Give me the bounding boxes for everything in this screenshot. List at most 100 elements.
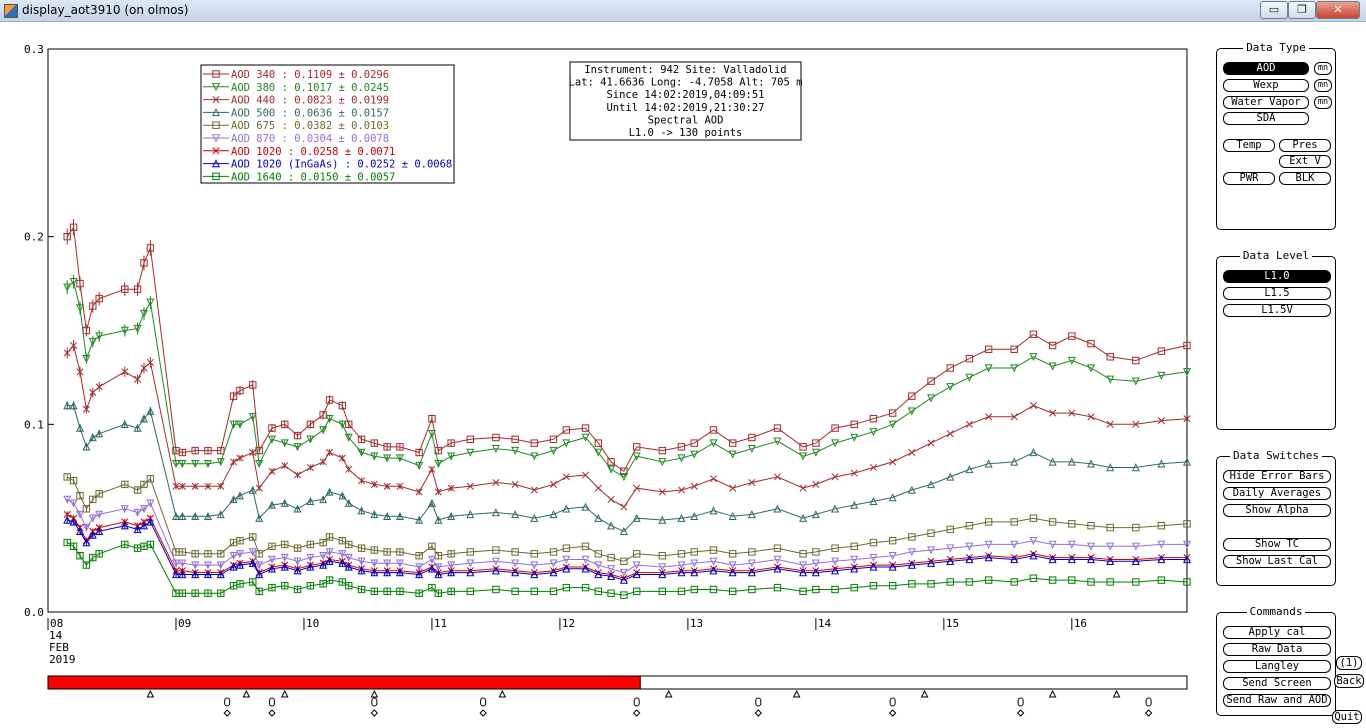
data-point <box>729 484 737 492</box>
data-point <box>869 463 878 472</box>
data-point <box>549 480 558 488</box>
sda-button[interactable]: SDA <box>1223 112 1309 125</box>
event-triangle <box>370 689 379 698</box>
event-diamond <box>479 709 487 717</box>
commands-title: Commands <box>1246 605 1306 618</box>
data-level-panel: Data Level L1.0 L1.5 L1.5V <box>1216 249 1336 430</box>
event-capsule <box>480 697 487 707</box>
data-level-title: Data Level <box>1239 249 1313 262</box>
data-switches-title: Data Switches <box>1229 449 1323 462</box>
data-type-title: Data Type <box>1243 41 1309 54</box>
pres-button[interactable]: Pres <box>1279 139 1331 152</box>
y-tick-label: 0.2 <box>24 231 44 244</box>
maximize-button[interactable]: ❐ <box>1288 1 1316 19</box>
aod-mn-button[interactable]: mn <box>1314 62 1332 75</box>
aod-button[interactable]: AOD <box>1223 62 1309 75</box>
event-triangle <box>792 689 801 698</box>
x-tick-label: 11 <box>434 617 447 630</box>
event-triangle <box>498 689 507 698</box>
raw-data-button[interactable]: Raw Data <box>1223 643 1331 656</box>
close-button[interactable]: ✕ <box>1316 1 1360 19</box>
data-point <box>773 473 782 481</box>
wexp-mn-button[interactable]: mn <box>1314 79 1332 92</box>
info-line: Spectral AOD <box>648 114 724 126</box>
data-type-panel: Data Type AOD mn Wexp mn Water Vapor mn … <box>1216 41 1336 230</box>
minimize-button[interactable]: ▭ <box>1260 1 1288 19</box>
event-triangle <box>1048 689 1057 698</box>
send-raw-and-aod-button[interactable]: Send Raw and AOD <box>1223 694 1331 707</box>
event-diamond <box>223 709 231 717</box>
level-l15-button[interactable]: L1.5 <box>1223 287 1331 300</box>
series-line <box>66 280 1188 478</box>
daily-averages-button[interactable]: Daily Averages <box>1223 487 1331 500</box>
hide-error-bars-button[interactable]: Hide Error Bars <box>1223 470 1331 483</box>
event-capsule <box>889 697 896 707</box>
event-capsule <box>1017 697 1024 707</box>
progress-fill <box>47 675 641 690</box>
event-diamond <box>268 709 276 717</box>
event-capsule <box>755 697 762 707</box>
show-tc-button[interactable]: Show TC <box>1223 538 1331 551</box>
x-tick-label: 14 <box>818 617 832 630</box>
data-point <box>965 420 973 428</box>
x-tick-label: 12 <box>562 617 575 630</box>
event-capsule <box>1145 697 1152 707</box>
legend-entry: AOD 380 : 0.1017 ± 0.0245 <box>231 82 389 94</box>
langley-count-button[interactable]: (1) <box>1336 656 1362 670</box>
data-point <box>709 475 718 483</box>
langley-button[interactable]: Langley <box>1223 660 1331 673</box>
commands-panel: Commands Apply cal Raw Data Langley Send… <box>1216 605 1336 716</box>
aod-plot: 0.00.10.20.308 09 10 11 12 13 14 15 1614FEB2019A… <box>24 43 1192 717</box>
x-tick-label: 15 <box>946 617 959 630</box>
series-line <box>66 344 1188 508</box>
water-vapor-button[interactable]: Water Vapor <box>1223 96 1309 109</box>
wexp-button[interactable]: Wexp <box>1223 79 1309 92</box>
series-line <box>66 542 1188 596</box>
x-tick-label: 16 <box>1074 617 1087 630</box>
back-button[interactable]: Back <box>1334 674 1364 688</box>
series-aod-675 <box>66 473 1188 562</box>
level-l10-button[interactable]: L1.0 <box>1223 270 1331 283</box>
data-point <box>908 448 916 457</box>
info-line: Lat: 41.6636 Long: -4.7058 Alt: 705 m <box>569 77 803 89</box>
water-vapor-mn-button[interactable]: mn <box>1314 96 1332 109</box>
x-tick-label: 10 <box>306 617 319 630</box>
apply-cal-button[interactable]: Apply cal <box>1223 626 1331 639</box>
show-last-cal-button[interactable]: Show Last Cal <box>1223 555 1331 568</box>
data-switches-panel: Data Switches Hide Error Bars Daily Aver… <box>1216 449 1336 586</box>
send-screen-button[interactable]: Send Screen <box>1223 677 1331 690</box>
app-icon <box>4 4 18 18</box>
data-point <box>1029 402 1037 410</box>
y-tick-label: 0.1 <box>24 418 44 431</box>
info-line: Instrument: 942 Site: Valladolid <box>584 64 786 76</box>
series-line <box>66 225 1188 473</box>
legend-entry: AOD 1640 : 0.0150 ± 0.0057 <box>231 171 395 183</box>
event-capsule <box>371 697 378 707</box>
x-tick-label: 13 <box>690 617 703 630</box>
event-capsule <box>224 697 231 707</box>
window-title: display_aot3910 (on olmos) <box>22 3 189 17</box>
legend-entry: AOD 500 : 0.0636 ± 0.0157 <box>231 107 389 119</box>
level-l15v-button[interactable]: L1.5V <box>1223 304 1331 317</box>
x-tick-label: 09 <box>178 617 191 630</box>
legend-entry: AOD 870 : 0.0304 ± 0.0078 <box>231 133 389 145</box>
event-diamond <box>632 709 641 717</box>
event-triangle <box>920 689 929 698</box>
event-diamond <box>1016 709 1025 717</box>
pwr-button[interactable]: PWR <box>1223 172 1275 185</box>
legend-entry: AOD 340 : 0.1109 ± 0.0296 <box>231 69 389 81</box>
event-capsule <box>268 697 275 707</box>
data-point <box>889 458 897 466</box>
x-date-label: 2019 <box>49 653 76 666</box>
blk-button[interactable]: BLK <box>1279 172 1331 185</box>
show-alpha-button[interactable]: Show Alpha <box>1223 504 1331 517</box>
data-point <box>946 430 954 438</box>
event-diamond <box>754 709 762 717</box>
info-line: Until 14:02:2019,21:30:27 <box>606 102 764 114</box>
temp-button[interactable]: Temp <box>1223 139 1275 152</box>
data-point <box>620 503 628 511</box>
ext-v-button[interactable]: Ext V <box>1279 155 1331 168</box>
quit-button[interactable]: Quit <box>1332 710 1362 724</box>
data-point <box>607 495 615 503</box>
event-capsule <box>633 697 640 707</box>
